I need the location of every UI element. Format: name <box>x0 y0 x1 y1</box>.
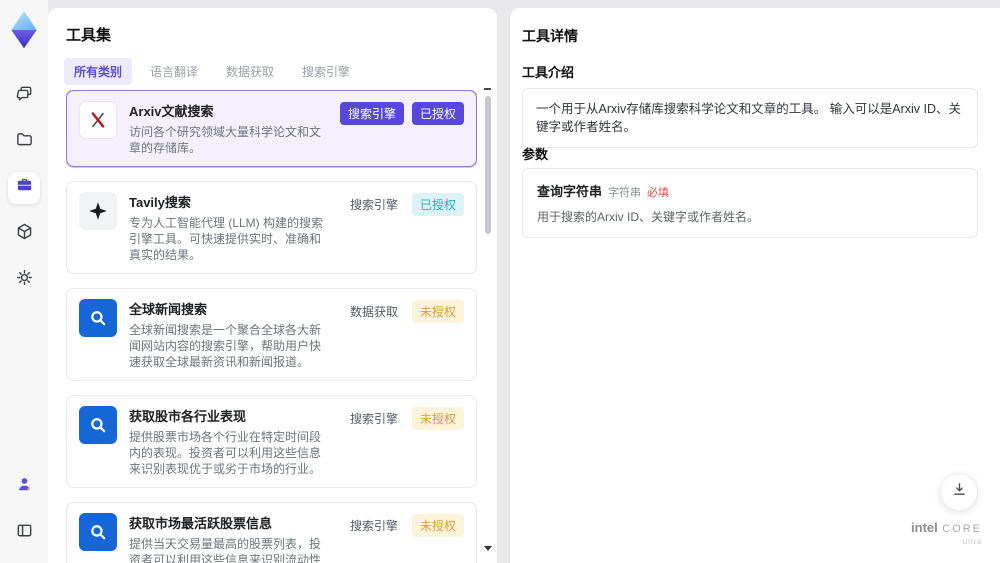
sidebar-item-settings[interactable] <box>8 264 40 296</box>
category-tabs: 所有类别 语言翻译 数据获取 搜索引擎 <box>64 58 360 85</box>
tool-card-title: 全球新闻搜索 <box>129 302 208 317</box>
category-badge: 搜索引擎 <box>349 198 398 212</box>
intro-text-box: 一个用于从Arxiv存储库搜索科学论文和文章的工具。 输入可以是Arxiv ID… <box>522 88 978 148</box>
detail-title: 工具详情 <box>522 28 578 44</box>
page-title: 工具集 <box>66 27 112 44</box>
param-required-flag: 必填 <box>647 187 670 199</box>
intel-wordmark: intel <box>911 520 938 535</box>
tool-card-desc: 全球新闻搜索是一个聚合全球各大新闻网站内容的搜索引擎，帮助用户快速获取全球最新资… <box>129 323 322 369</box>
scroll-up-arrow[interactable] <box>484 88 491 90</box>
tool-card-tavily[interactable]: Tavily搜索 专为人工智能代理 (LLM) 构建的搜索引擎工具。可快速提供实… <box>66 181 477 274</box>
tool-card-global-news-search[interactable]: 全球新闻搜索 全球新闻搜索是一个聚合全球各大新闻网站内容的搜索引擎，帮助用户快速… <box>66 288 477 381</box>
panel-collapse-icon <box>15 521 34 545</box>
blue-search-icon <box>79 513 117 551</box>
param-name: 查询字符串 <box>537 184 603 199</box>
sidebar-item-tools[interactable] <box>8 172 40 204</box>
download-button[interactable] <box>940 473 978 511</box>
tab-data-fetch[interactable]: 数据获取 <box>216 58 284 85</box>
tool-card-title: 获取市场最活跃股票信息 <box>129 516 273 531</box>
param-card: 查询字符串 字符串 必填 用于搜索的Arxiv ID、关键字或作者姓名。 <box>522 168 978 238</box>
tool-card-desc: 专为人工智能代理 (LLM) 构建的搜索引擎工具。可快速提供实时、准确和真实的结… <box>129 216 324 262</box>
intro-heading: 工具介绍 <box>522 65 575 80</box>
intel-core-logo: intel CORE Ultra <box>911 521 982 549</box>
cube-icon <box>15 222 34 246</box>
folder-icon <box>15 130 34 154</box>
category-badge: 数据获取 <box>349 305 398 319</box>
sidebar-item-files[interactable] <box>8 126 40 158</box>
status-badge: 未授权 <box>411 300 464 323</box>
tool-card-most-active-stocks[interactable]: 获取市场最活跃股票信息 提供当天交易量最高的股票列表，投资者可以利用这些信息来识… <box>66 502 477 563</box>
status-badge: 已授权 <box>411 193 464 216</box>
tool-card-arxiv[interactable]: Arxiv文献搜索 访问各个研究领域大量科学论文和文章的存储库。 搜索引擎 已授… <box>66 90 477 167</box>
category-badge: 搜索引擎 <box>349 519 398 533</box>
tavily-star-icon <box>79 192 117 230</box>
tool-card-title: Arxiv文献搜索 <box>129 104 214 119</box>
tool-detail-panel: 工具详情 工具介绍 一个用于从Arxiv存储库搜索科学论文和文章的工具。 输入可… <box>510 8 1000 563</box>
tab-language-translation[interactable]: 语言翻译 <box>140 58 208 85</box>
tool-card-desc: 提供股票市场各个行业在特定时间段内的表现。投资者可以利用这些信息来识别表现优于或… <box>129 430 322 476</box>
sidebar-item-models[interactable] <box>8 218 40 250</box>
param-desc: 用于搜索的Arxiv ID、关键字或作者姓名。 <box>537 210 760 224</box>
category-badge: 搜索引擎 <box>339 102 404 125</box>
status-badge: 未授权 <box>411 514 464 537</box>
chat-icon <box>15 84 34 108</box>
blue-search-icon <box>79 299 117 337</box>
category-badge: 搜索引擎 <box>349 412 398 426</box>
tab-search-engine[interactable]: 搜索引擎 <box>292 58 360 85</box>
core-wordmark: CORE <box>942 523 982 535</box>
scroll-down-arrow[interactable] <box>484 546 492 551</box>
params-heading: 参数 <box>522 147 549 162</box>
gear-icon <box>15 268 34 292</box>
status-badge: 未授权 <box>411 407 464 430</box>
sidebar-item-chat[interactable] <box>8 80 40 112</box>
tool-card-list: Arxiv文献搜索 访问各个研究领域大量科学论文和文章的存储库。 搜索引擎 已授… <box>66 90 477 563</box>
sidebar-collapse-button[interactable] <box>8 517 40 549</box>
avatar-icon <box>15 475 34 499</box>
tool-list-panel: 工具集 所有类别 语言翻译 数据获取 搜索引擎 Arxiv文献搜索 访问各个研究… <box>48 8 497 563</box>
arxiv-chi-icon <box>79 101 117 139</box>
tool-card-title: 获取股市各行业表现 <box>129 409 247 424</box>
param-type: 字符串 <box>608 187 642 199</box>
left-sidebar <box>0 0 48 563</box>
scrollbar-thumb[interactable] <box>485 96 491 234</box>
tool-card-desc: 访问各个研究领域大量科学论文和文章的存储库。 <box>129 125 322 155</box>
download-icon <box>951 481 968 503</box>
app-logo-icon <box>7 10 41 50</box>
tool-card-stock-sector-performance[interactable]: 获取股市各行业表现 提供股票市场各个行业在特定时间段内的表现。投资者可以利用这些… <box>66 395 477 488</box>
blue-search-icon <box>79 406 117 444</box>
tab-all-categories[interactable]: 所有类别 <box>64 58 133 85</box>
briefcase-icon <box>15 176 34 200</box>
status-badge: 已授权 <box>411 102 464 125</box>
tool-card-desc: 提供当天交易量最高的股票列表，投资者可以利用这些信息来识别流动性强的股票和潜在的… <box>129 537 322 563</box>
core-sub-label: Ultra <box>962 539 982 546</box>
sidebar-item-account[interactable] <box>8 471 40 503</box>
tool-card-title: Tavily搜索 <box>129 195 191 210</box>
